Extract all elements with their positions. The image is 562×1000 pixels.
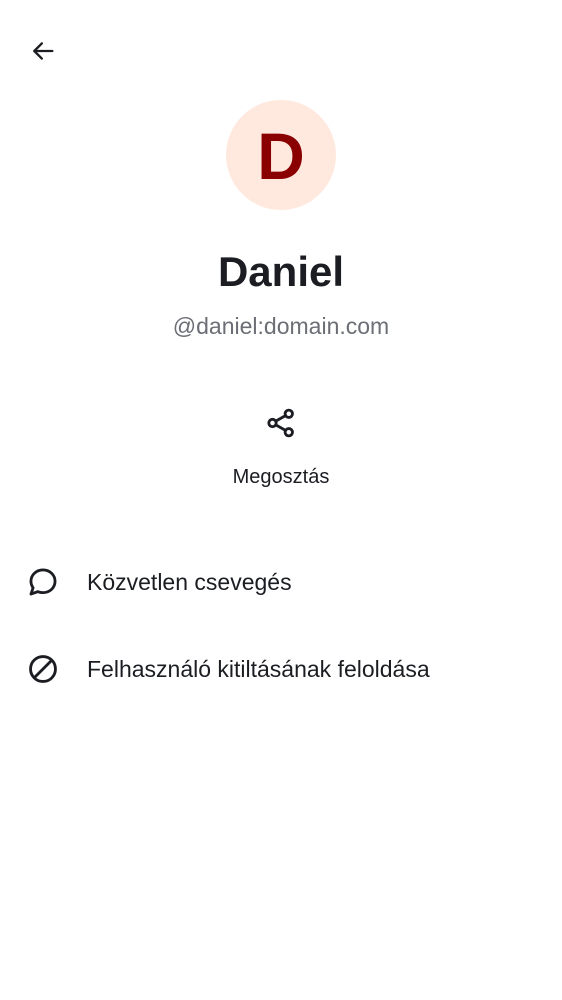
display-name: Daniel — [217, 248, 345, 295]
list-item-label: Felhasználó kitiltásának feloldása — [87, 655, 430, 682]
avatar-initial: D — [257, 119, 305, 193]
block-icon — [26, 652, 60, 686]
arrow-left-icon — [33, 42, 54, 60]
chat-bubble-icon — [26, 565, 60, 599]
list-item-label: Közvetlen csevegés — [87, 568, 292, 595]
share-icon — [267, 408, 294, 438]
profile-actions-list: Közvetlen csevegés Felhasználó kitiltásá… — [0, 538, 562, 712]
share-label: Megosztás — [232, 466, 330, 488]
list-item-direct-chat[interactable]: Közvetlen csevegés — [0, 538, 562, 625]
avatar: D — [226, 100, 336, 210]
list-item-unblock-user[interactable]: Felhasználó kitiltásának feloldása — [0, 625, 562, 712]
share-button[interactable]: Megosztás — [201, 396, 361, 500]
back-button[interactable] — [21, 29, 65, 73]
user-id: @daniel:domain.com — [172, 313, 390, 339]
